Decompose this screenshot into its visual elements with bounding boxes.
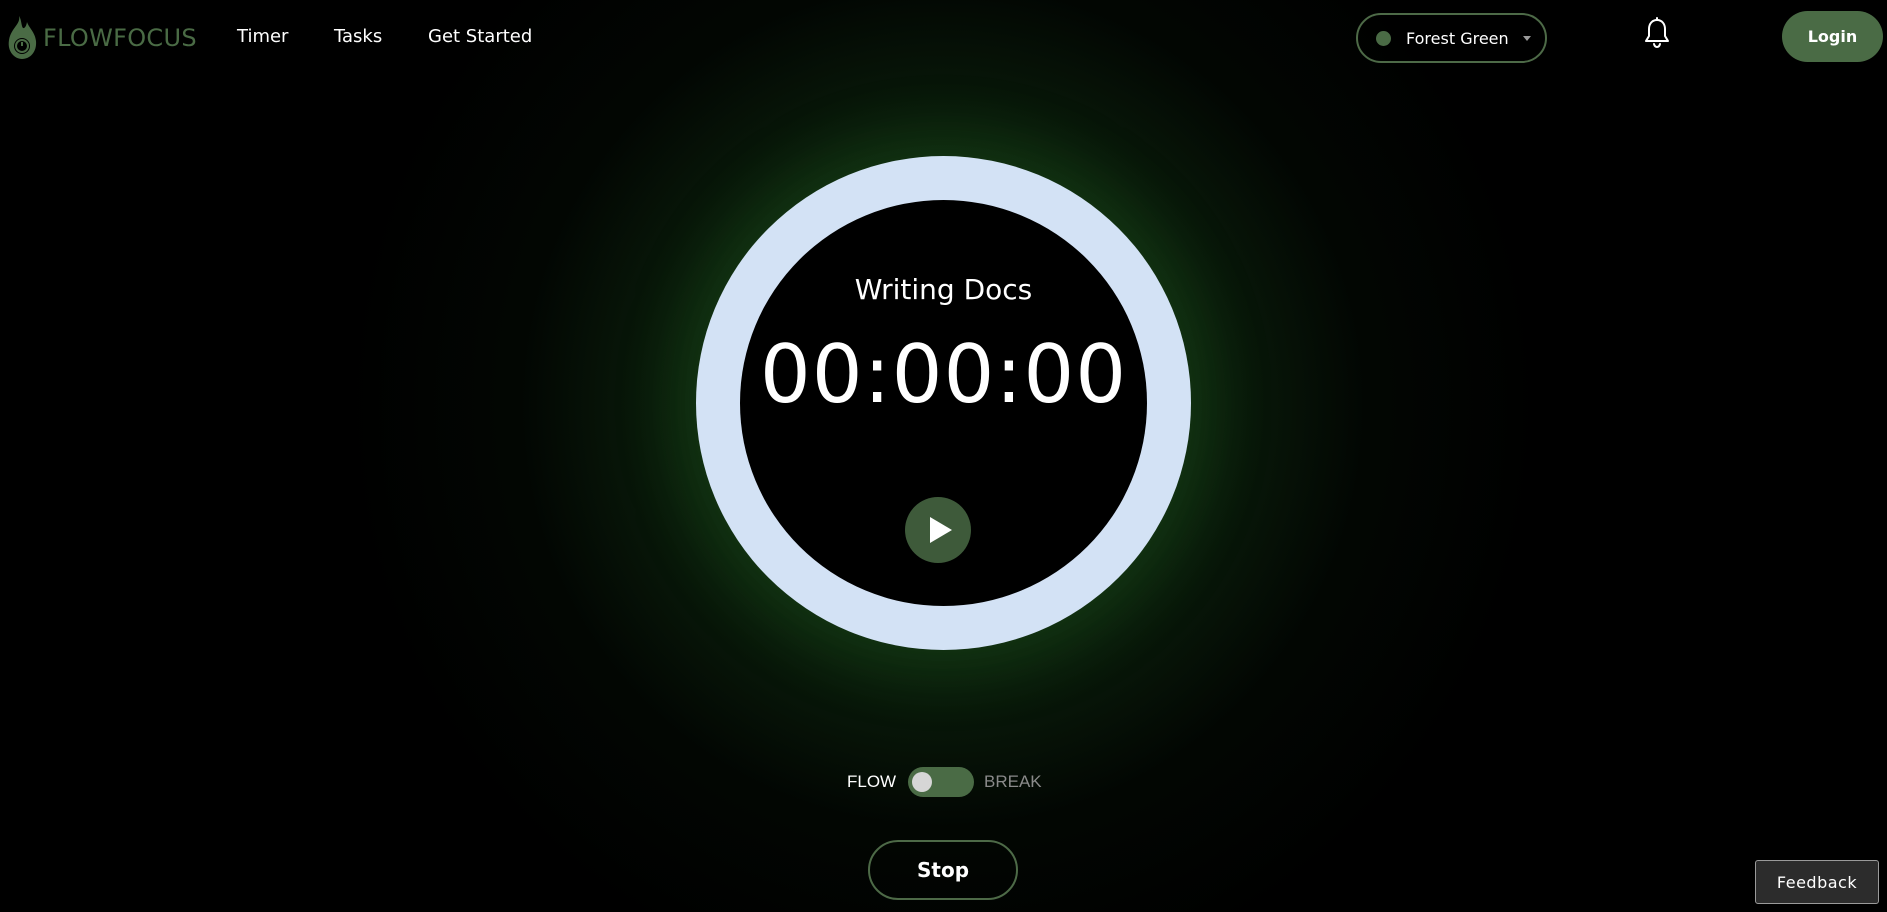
brand-name: FLOWFOCUS xyxy=(43,24,197,52)
timer-face: Writing Docs 00:00:00 xyxy=(740,200,1147,606)
bell-icon[interactable] xyxy=(1643,17,1671,49)
nav-link-get-started[interactable]: Get Started xyxy=(428,26,532,47)
theme-select[interactable]: Forest Green xyxy=(1356,13,1547,63)
play-icon xyxy=(930,517,952,543)
feedback-button[interactable]: Feedback xyxy=(1755,860,1879,904)
top-navbar: FLOWFOCUS Timer Tasks Get Started Forest… xyxy=(0,0,1887,76)
time-display: 00:00:00 xyxy=(759,328,1128,421)
flame-clock-icon xyxy=(5,14,39,60)
chevron-down-icon xyxy=(1523,36,1531,41)
play-button[interactable] xyxy=(905,497,971,563)
theme-swatch xyxy=(1376,31,1391,46)
mode-break-label: BREAK xyxy=(984,772,1042,791)
theme-select-value: Forest Green xyxy=(1406,29,1509,48)
toggle-knob xyxy=(912,772,932,792)
mode-flow-label: FLOW xyxy=(847,772,897,791)
login-button[interactable]: Login xyxy=(1782,11,1883,62)
brand-logo[interactable]: FLOWFOCUS xyxy=(5,14,197,60)
stop-button[interactable]: Stop xyxy=(868,840,1018,900)
current-task-name: Writing Docs xyxy=(854,273,1033,306)
flow-break-toggle[interactable] xyxy=(908,767,974,797)
nav-link-tasks[interactable]: Tasks xyxy=(334,26,382,47)
nav-link-timer[interactable]: Timer xyxy=(237,26,288,47)
timer-progress-ring: Writing Docs 00:00:00 xyxy=(696,156,1191,650)
